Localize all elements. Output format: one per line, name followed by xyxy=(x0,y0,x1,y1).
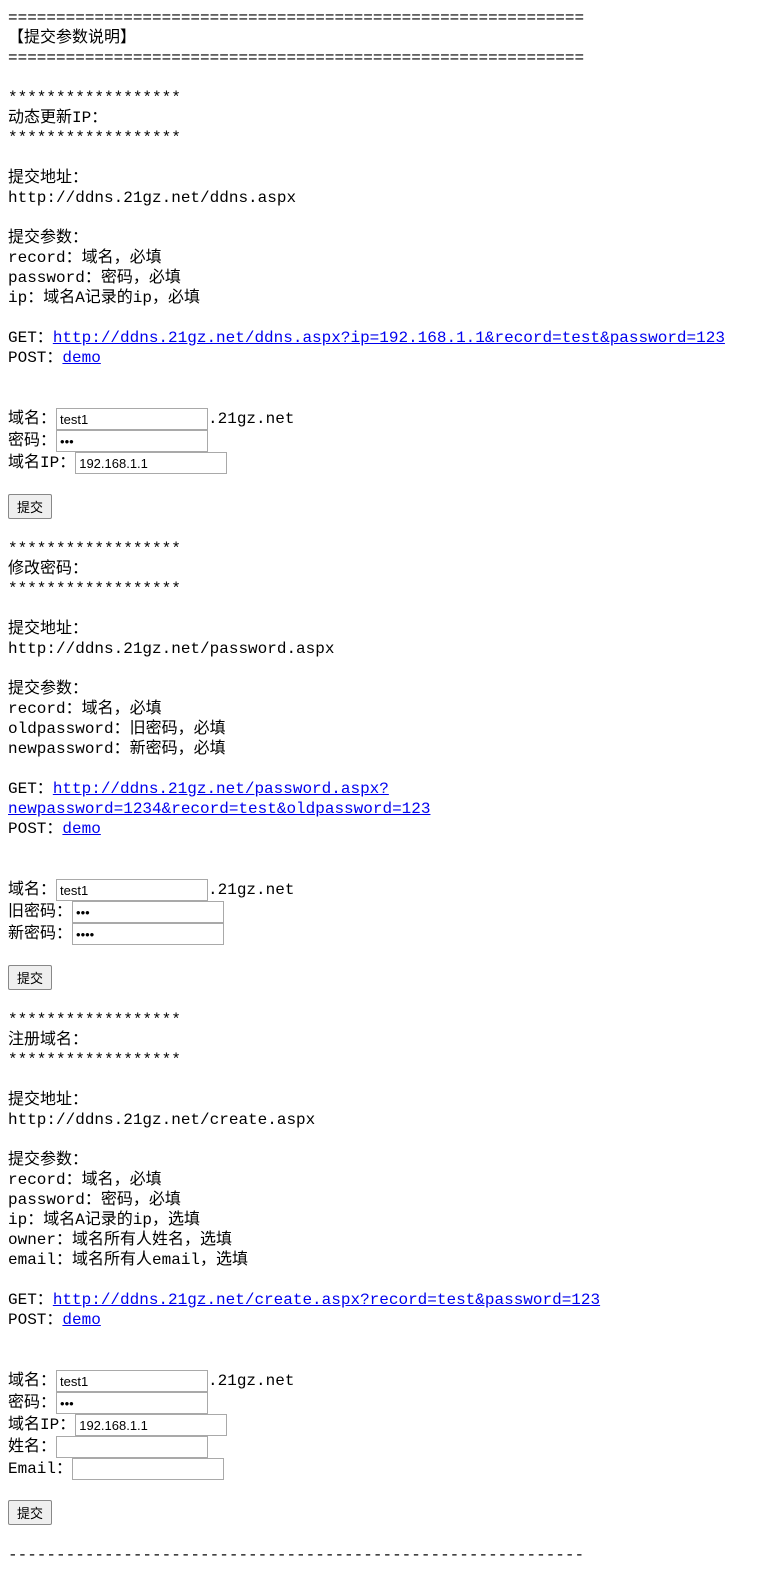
submit-params-label: 提交参数： xyxy=(8,679,759,699)
section1-demo-link[interactable]: demo xyxy=(62,349,100,367)
name-input[interactable] xyxy=(56,1436,208,1458)
page-title: 【提交参数说明】 xyxy=(8,28,759,48)
header-rule-top: ========================================… xyxy=(8,8,759,28)
post-label: POST： xyxy=(8,349,62,367)
domain-label: 域名： xyxy=(8,409,56,429)
section2-title: 修改密码： xyxy=(8,559,759,579)
post-label: POST： xyxy=(8,1311,62,1329)
section3-param: record：域名，必填 xyxy=(8,1170,759,1190)
section3-param: password：密码，必填 xyxy=(8,1190,759,1210)
email-label: Email： xyxy=(8,1459,72,1479)
header-rule-bottom: ========================================… xyxy=(8,48,759,68)
password-input[interactable] xyxy=(56,1392,208,1414)
section2-param: oldpassword：旧密码，必填 xyxy=(8,719,759,739)
ip-input[interactable] xyxy=(75,1414,227,1436)
section1-title: 动态更新IP： xyxy=(8,108,759,128)
section1-param: password：密码，必填 xyxy=(8,268,759,288)
name-label: 姓名： xyxy=(8,1437,56,1457)
section3-title: 注册域名： xyxy=(8,1030,759,1050)
new-password-input[interactable] xyxy=(72,923,224,945)
section2-addr: http://ddns.21gz.net/password.aspx xyxy=(8,639,759,659)
submit-params-label: 提交参数： xyxy=(8,228,759,248)
section2-param: newpassword：新密码，必填 xyxy=(8,739,759,759)
section3-demo-link[interactable]: demo xyxy=(62,1311,100,1329)
domain-label: 域名： xyxy=(8,1371,56,1391)
old-password-input[interactable] xyxy=(72,901,224,923)
section2-get-link[interactable]: http://ddns.21gz.net/password.aspx?newpa… xyxy=(8,780,430,818)
section-stars: ****************** xyxy=(8,128,759,148)
ip-input[interactable] xyxy=(75,452,227,474)
domain-suffix: .21gz.net xyxy=(208,1372,294,1390)
password-label: 密码： xyxy=(8,431,56,451)
submit-button[interactable]: 提交 xyxy=(8,1500,52,1525)
section3-get-link[interactable]: http://ddns.21gz.net/create.aspx?record=… xyxy=(53,1291,600,1309)
submit-button[interactable]: 提交 xyxy=(8,494,52,519)
domain-input[interactable] xyxy=(56,408,208,430)
section3-param: owner：域名所有人姓名，选填 xyxy=(8,1230,759,1250)
domain-input[interactable] xyxy=(56,879,208,901)
section2-demo-link[interactable]: demo xyxy=(62,820,100,838)
section1-addr: http://ddns.21gz.net/ddns.aspx xyxy=(8,188,759,208)
section-stars: ****************** xyxy=(8,539,759,559)
section1-param: record：域名，必填 xyxy=(8,248,759,268)
section-stars: ****************** xyxy=(8,1010,759,1030)
submit-addr-label: 提交地址： xyxy=(8,619,759,639)
domain-suffix: .21gz.net xyxy=(208,881,294,899)
password-label: 密码： xyxy=(8,1393,56,1413)
section3-param: ip：域名A记录的ip，选填 xyxy=(8,1210,759,1230)
section1-get-link[interactable]: http://ddns.21gz.net/ddns.aspx?ip=192.16… xyxy=(53,329,725,347)
old-password-label: 旧密码： xyxy=(8,902,72,922)
section-stars: ****************** xyxy=(8,1050,759,1070)
submit-addr-label: 提交地址： xyxy=(8,168,759,188)
domain-label: 域名： xyxy=(8,880,56,900)
domain-input[interactable] xyxy=(56,1370,208,1392)
footer-rule: ----------------------------------------… xyxy=(8,1545,759,1565)
domain-suffix: .21gz.net xyxy=(208,410,294,428)
submit-button[interactable]: 提交 xyxy=(8,965,52,990)
ip-label: 域名IP： xyxy=(8,453,75,473)
new-password-label: 新密码： xyxy=(8,924,72,944)
post-label: POST： xyxy=(8,820,62,838)
password-input[interactable] xyxy=(56,430,208,452)
section3-addr: http://ddns.21gz.net/create.aspx xyxy=(8,1110,759,1130)
submit-params-label: 提交参数： xyxy=(8,1150,759,1170)
section-stars: ****************** xyxy=(8,579,759,599)
get-label: GET： xyxy=(8,1291,53,1309)
section1-param: ip：域名A记录的ip，必填 xyxy=(8,288,759,308)
get-label: GET： xyxy=(8,329,53,347)
ip-label: 域名IP： xyxy=(8,1415,75,1435)
section-stars: ****************** xyxy=(8,88,759,108)
email-input[interactable] xyxy=(72,1458,224,1480)
section3-param: email：域名所有人email，选填 xyxy=(8,1250,759,1270)
submit-addr-label: 提交地址： xyxy=(8,1090,759,1110)
get-label: GET： xyxy=(8,780,53,798)
section2-param: record：域名，必填 xyxy=(8,699,759,719)
